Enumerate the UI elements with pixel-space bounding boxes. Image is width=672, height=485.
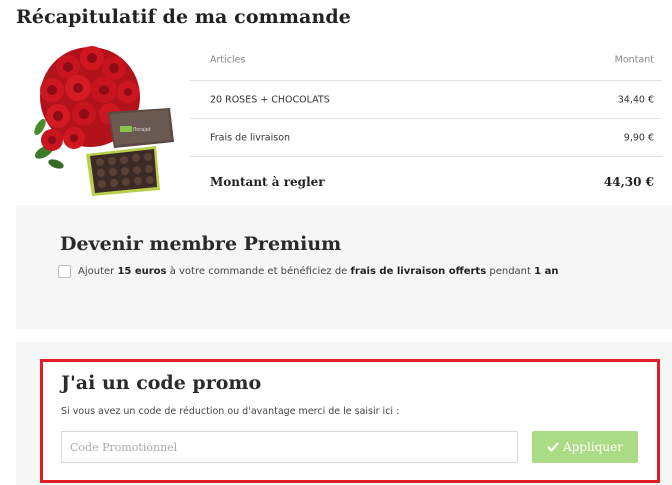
premium-duration: 1 an — [534, 266, 559, 277]
item-amount: 34,40 € — [617, 94, 654, 105]
column-header-articles: Articles — [210, 54, 246, 66]
product-image: florajet — [34, 46, 174, 196]
table-row: Frais de livraison 9,90 € — [190, 119, 662, 157]
total-label: Montant à regler — [210, 175, 325, 189]
premium-title: Devenir membre Premium — [60, 233, 342, 255]
premium-price: 15 euros — [117, 266, 167, 277]
table-header: Articles Montant — [190, 40, 662, 81]
premium-benefit: frais de livraison offerts — [350, 266, 487, 277]
item-amount: 9,90 € — [623, 132, 654, 143]
promo-code-input[interactable] — [61, 431, 518, 463]
premium-text-part: à votre commande et bénéficiez de — [169, 266, 348, 277]
premium-checkbox[interactable] — [58, 265, 71, 278]
apply-button-label: Appliquer — [563, 440, 623, 454]
box-brand: florajet — [133, 127, 151, 133]
table-row: 20 ROSES + CHOCOLATS 34,40 € — [190, 81, 662, 119]
promo-instructions: Si vous avez un code de réduction ou d'a… — [61, 406, 400, 417]
premium-text: Ajouter 15 euros à votre commande et bén… — [78, 266, 558, 277]
premium-text-part: pendant — [489, 266, 531, 277]
total-amount: 44,30 € — [603, 175, 654, 189]
premium-panel: Devenir membre Premium Ajouter 15 euros … — [16, 205, 672, 329]
page-title: Récapitulatif de ma commande — [16, 6, 351, 28]
column-header-montant: Montant — [614, 54, 654, 66]
total-row: Montant à regler 44,30 € — [190, 157, 662, 207]
apply-button[interactable]: Appliquer — [532, 431, 638, 463]
item-label: 20 ROSES + CHOCOLATS — [210, 94, 330, 105]
check-icon — [547, 442, 559, 452]
promo-title: J'ai un code promo — [61, 372, 262, 394]
promo-code-section: J'ai un code promo Si vous avez un code … — [40, 359, 660, 483]
order-summary-table: Articles Montant 20 ROSES + CHOCOLATS 34… — [190, 40, 662, 207]
premium-text-part: Ajouter — [78, 266, 115, 277]
item-label: Frais de livraison — [210, 132, 291, 143]
premium-option[interactable]: Ajouter 15 euros à votre commande et bén… — [58, 265, 558, 278]
